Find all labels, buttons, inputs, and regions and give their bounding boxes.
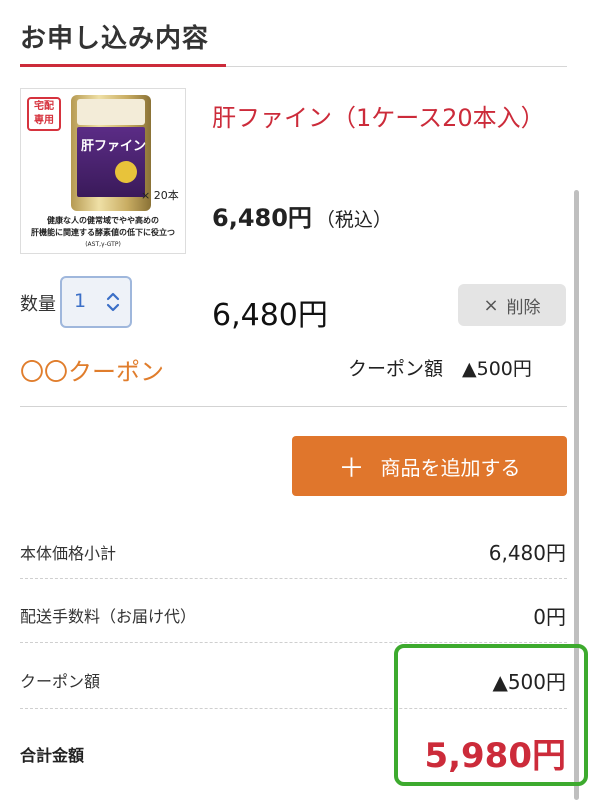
image-caption: 健康な人の健常域でやや高めの 肝機能に関連する酵素値の低下に役立つ (AST,γ… xyxy=(21,215,185,251)
add-product-button[interactable]: ＋ 商品を追加する xyxy=(292,436,567,496)
coupon-name: 〇〇クーポン xyxy=(20,358,164,386)
can-label: 肝ファイン xyxy=(81,139,147,154)
image-quantity-mark: × 20本 xyxy=(141,189,179,202)
product-image[interactable]: 宅配 専用 肝ファイン × 20本 健康な人の健常域でやや高めの 肝機能に関連す… xyxy=(20,88,186,254)
quantity-value: 1 xyxy=(74,290,87,312)
total-label: 合計金額 xyxy=(20,746,85,765)
quantity-label: 数量 xyxy=(20,294,56,315)
coupon-discount-label: クーポン額 xyxy=(20,672,101,691)
unit-price-value: 6,480円 xyxy=(212,204,312,232)
add-product-label: 商品を追加する xyxy=(380,455,521,480)
subtotal-label: 本体価格小計 xyxy=(20,544,117,563)
summary-divider xyxy=(20,578,567,579)
unit-price: 6,480円 （税込） xyxy=(212,198,392,233)
title-accent-underline xyxy=(20,64,226,67)
close-icon: × xyxy=(483,294,499,316)
can-seal-icon xyxy=(115,161,137,183)
subtotal-value: 6,480円 xyxy=(488,541,566,565)
section-title: お申し込み内容 xyxy=(20,24,210,54)
image-caption-line-1: 健康な人の健常域でやや高めの xyxy=(47,216,159,225)
product-can-illustration: 肝ファイン xyxy=(71,95,151,211)
chevron-up-down-icon xyxy=(106,292,120,312)
image-caption-line-3: (AST,γ-GTP) xyxy=(85,241,121,248)
tax-note: （税込） xyxy=(315,209,392,231)
delete-label: 削除 xyxy=(506,297,541,318)
can-top-panel xyxy=(77,99,145,125)
product-name-link[interactable]: 肝ファイン（1ケース20本入） xyxy=(212,96,552,140)
image-caption-line-2: 肝機能に関連する酵素値の低下に役立つ xyxy=(31,228,175,237)
line-total: 6,480円 xyxy=(212,298,328,333)
coupon-amount: クーポン額 ▲500円 xyxy=(348,358,532,380)
plus-icon: ＋ xyxy=(338,453,365,484)
shipping-fee-label: 配送手数料（お届け代） xyxy=(20,607,197,626)
delete-button[interactable]: × 削除 xyxy=(458,284,566,326)
quantity-select[interactable]: 1 xyxy=(60,276,132,328)
summary-divider xyxy=(20,642,567,643)
shipping-fee-value: 0円 xyxy=(533,605,566,629)
delivery-only-badge: 宅配 専用 xyxy=(27,97,61,131)
highlight-box xyxy=(394,644,588,786)
section-divider xyxy=(20,406,567,407)
